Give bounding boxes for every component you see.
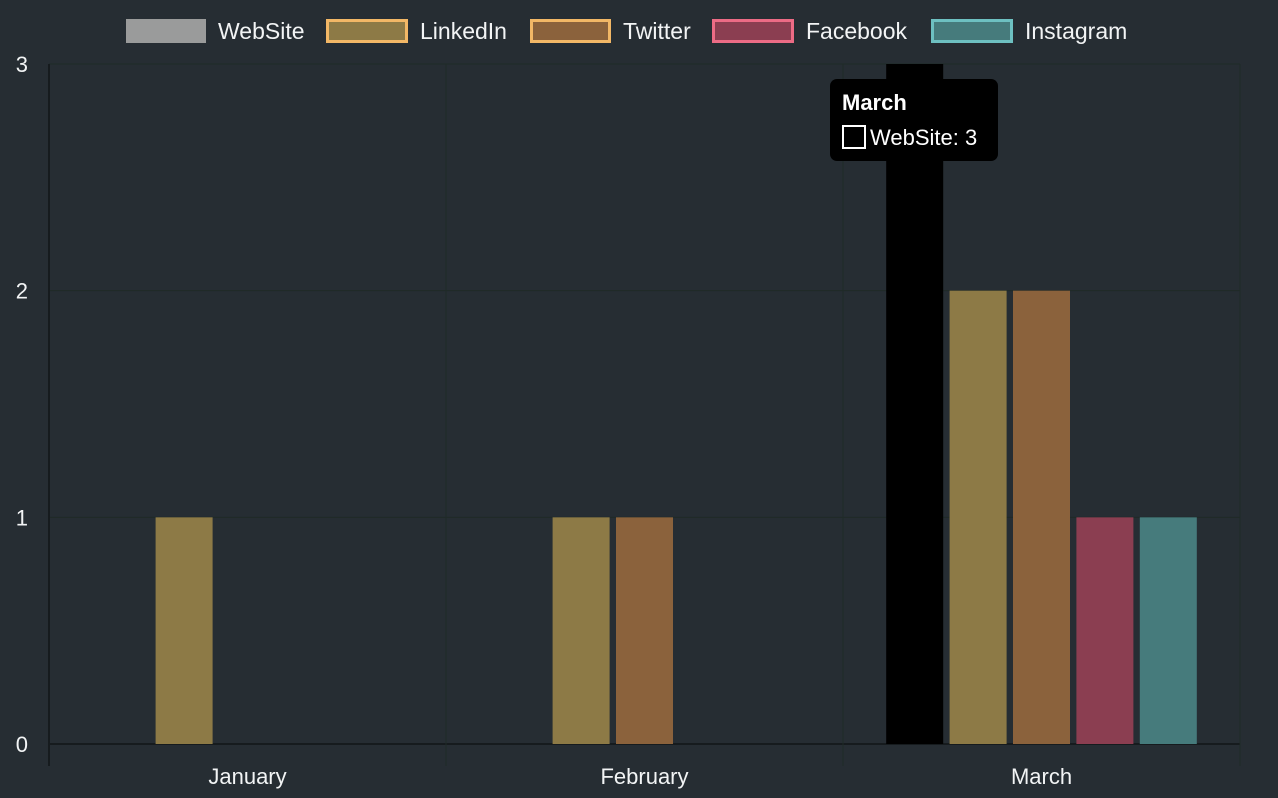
legend: WebSite LinkedIn Twitter Facebook Instagram [126,18,1127,44]
bar-website-march[interactable] [886,64,944,744]
legend-item-website[interactable]: WebSite [126,18,305,44]
bar-linkedin-january[interactable] [155,517,213,744]
legend-item-instagram[interactable]: Instagram [931,18,1128,44]
legend-label: Facebook [806,18,908,44]
bar-linkedin-march[interactable] [949,290,1007,744]
legend-item-twitter[interactable]: Twitter [530,18,692,44]
bar-twitter-march[interactable] [1013,290,1070,744]
x-tick-label-february: February [600,764,688,789]
bars [155,64,1197,744]
legend-label: Twitter [623,18,691,44]
legend-swatch [530,19,611,43]
legend-item-linkedin[interactable]: LinkedIn [326,18,507,44]
x-tick-label-january: January [208,764,286,789]
legend-label: WebSite [218,18,305,44]
legend-item-facebook[interactable]: Facebook [712,18,908,44]
legend-label: Instagram [1025,18,1127,44]
x-tick-label-march: March [1011,764,1072,789]
legend-swatch [126,19,206,43]
legend-swatch [712,19,794,43]
y-tick-label: 3 [16,52,28,77]
y-tick-label: 2 [16,279,28,304]
bar-twitter-february[interactable] [616,517,673,744]
tooltip: March WebSite: 3 [830,79,998,161]
bar-chart: 0 1 2 3 January February March WebSite LinkedIn… [16,18,1241,789]
bar-instagram-march[interactable] [1139,517,1197,744]
tooltip-title: March [842,90,907,115]
y-tick-label: 0 [16,732,28,757]
tooltip-body: WebSite: 3 [870,125,977,150]
bar-linkedin-february[interactable] [552,517,610,744]
legend-label: LinkedIn [420,18,507,44]
y-tick-label: 1 [16,505,28,530]
legend-swatch [931,19,1013,43]
bar-facebook-march[interactable] [1076,517,1134,744]
chart-root: 0 1 2 3 January February March WebSite LinkedIn… [0,0,1278,798]
legend-swatch [326,19,408,43]
tooltip-swatch [842,125,866,149]
